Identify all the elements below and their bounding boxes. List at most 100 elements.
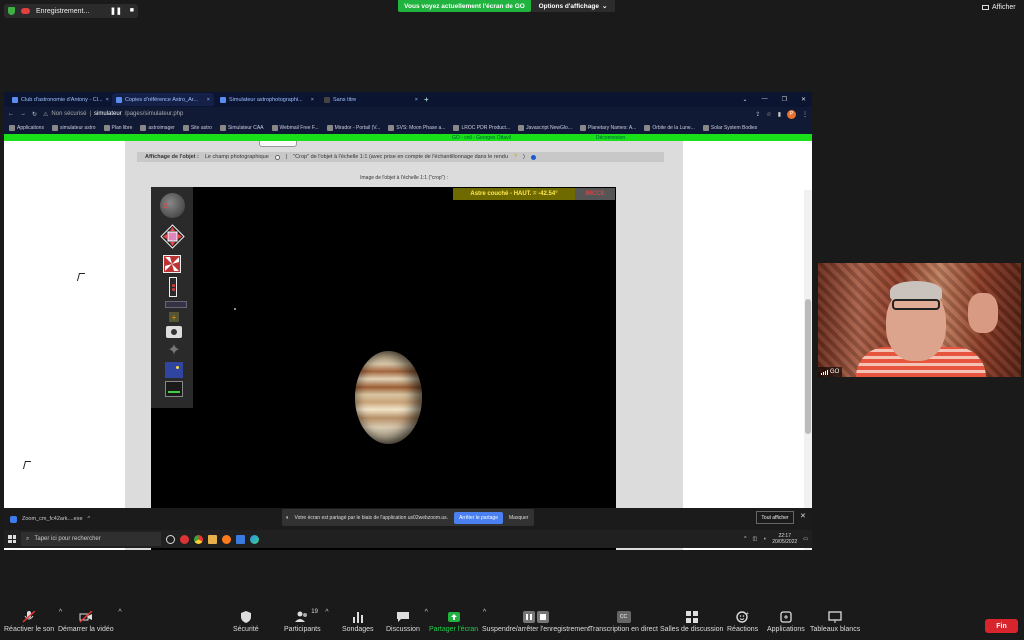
option-crop-radio[interactable] bbox=[530, 154, 536, 160]
afficher-button[interactable]: Afficher bbox=[982, 4, 1016, 11]
bookmark-item[interactable]: Orbite de la Lune... bbox=[644, 124, 695, 131]
apps-button[interactable]: Applications bbox=[767, 611, 805, 633]
histogram-icon[interactable] bbox=[165, 381, 183, 397]
close-downloads-icon[interactable]: ✕ bbox=[800, 512, 806, 520]
bookmark-label: Simulateur CAA bbox=[227, 124, 264, 131]
bookmark-favicon-icon bbox=[271, 124, 278, 131]
chevron-up-icon[interactable]: ^ bbox=[88, 516, 91, 522]
close-icon[interactable]: × bbox=[311, 97, 314, 103]
restore-icon[interactable]: ❐ bbox=[782, 96, 787, 103]
bookmark-favicon-icon bbox=[326, 124, 333, 131]
taskbar-search[interactable]: ⌕ Taper ici pour rechercher bbox=[21, 532, 161, 546]
end-meeting-button[interactable]: Fin bbox=[985, 619, 1018, 633]
browser-tab[interactable]: Copies d'référence Astro_Ar... × bbox=[112, 93, 214, 106]
bookmark-item[interactable]: Plan libre bbox=[103, 124, 132, 131]
download-filename[interactable]: Zoom_cm_fc42ark....exe bbox=[22, 516, 83, 522]
polls-button[interactable]: Sondages bbox=[342, 611, 374, 633]
browser-tab[interactable]: Sans titre × bbox=[320, 93, 422, 106]
logout-link[interactable]: Déconnexion bbox=[596, 135, 625, 141]
bookmark-item[interactable]: Webmail Free F... bbox=[271, 124, 319, 131]
star-icon[interactable]: ☆ bbox=[766, 111, 771, 118]
panel-tab[interactable] bbox=[259, 141, 297, 147]
security-button[interactable]: Sécurité bbox=[233, 611, 259, 633]
edge-icon[interactable] bbox=[250, 534, 259, 544]
breakout-rooms-button[interactable]: Salles de discussion bbox=[660, 611, 723, 633]
participants-button[interactable]: 19 Participants bbox=[284, 609, 328, 633]
start-video-button[interactable]: Démarrer la vidéo bbox=[58, 609, 121, 633]
stop-share-button[interactable]: Arrêter le partage bbox=[454, 511, 503, 524]
bookmark-item[interactable]: Planetary Names: A... bbox=[579, 124, 636, 131]
show-all-downloads-button[interactable]: Tout afficher bbox=[756, 511, 794, 524]
bookmark-item[interactable]: Solar System Bodies bbox=[702, 124, 757, 131]
url-field[interactable]: ⚠ Non sécurisé | simulateur/pages/simula… bbox=[43, 111, 749, 118]
task-view-icon[interactable] bbox=[166, 534, 175, 544]
share-screen-icon bbox=[447, 612, 460, 622]
whiteboards-button[interactable]: Tableaux blancs bbox=[810, 611, 860, 633]
direction-pad-icon[interactable] bbox=[160, 224, 185, 249]
pause-recording-button[interactable]: ❚❚ bbox=[110, 7, 122, 15]
bookmark-item[interactable]: LROC PDR Product... bbox=[453, 124, 510, 131]
unmute-button[interactable]: Réactiver le son bbox=[4, 609, 62, 633]
scrollbar-thumb[interactable] bbox=[805, 299, 811, 434]
camera-icon[interactable] bbox=[166, 326, 182, 338]
chrome-icon[interactable] bbox=[194, 534, 203, 544]
minimize-icon[interactable]: — bbox=[762, 96, 768, 103]
browser-tab[interactable]: Club d'astronomie d'Antony - Cl... × bbox=[8, 93, 110, 106]
crop-tool-icon[interactable] bbox=[163, 255, 181, 273]
notification-icon[interactable]: ▭ bbox=[803, 536, 808, 542]
participant-video[interactable]: GO bbox=[818, 263, 1021, 377]
view-options-button[interactable]: Options d'affichage ⌄ bbox=[531, 0, 615, 12]
pause-record-icon bbox=[522, 611, 549, 623]
pause-recording-toolbar-button[interactable]: Suspendre/arrêter l'enregistrement bbox=[482, 611, 590, 633]
close-icon[interactable]: × bbox=[207, 97, 210, 103]
menu-icon[interactable]: ⋮ bbox=[802, 111, 808, 118]
hide-button[interactable]: Masquer bbox=[509, 515, 528, 521]
back-icon[interactable]: ← bbox=[8, 111, 14, 117]
bookmark-item[interactable]: simulateur astro bbox=[51, 124, 96, 131]
browser-tab[interactable]: Simulateur astrophotographi... × bbox=[216, 93, 318, 106]
sparkle-icon[interactable]: ✦ bbox=[165, 341, 183, 359]
tab-search-icon[interactable]: ⌄ bbox=[743, 96, 748, 103]
close-icon[interactable]: × bbox=[415, 97, 418, 103]
bookmark-item[interactable]: Simulateur CAA bbox=[219, 124, 264, 131]
reload-icon[interactable]: ↻ bbox=[32, 111, 37, 118]
notepad-icon[interactable] bbox=[236, 534, 245, 544]
imcce-link[interactable]: IMCCE bbox=[575, 188, 615, 200]
close-icon[interactable]: × bbox=[106, 97, 109, 103]
close-window-icon[interactable]: ✕ bbox=[801, 96, 806, 103]
bookmark-item[interactable]: Javascript NewGlo... bbox=[518, 124, 572, 131]
sky-chart-icon[interactable] bbox=[165, 362, 183, 378]
new-tab-button[interactable]: + bbox=[424, 95, 434, 104]
firefox-icon[interactable] bbox=[222, 534, 231, 544]
breakout-label: Salles de discussion bbox=[660, 626, 724, 633]
reactions-button[interactable]: + Réactions bbox=[727, 611, 758, 633]
moon-tool-icon[interactable] bbox=[160, 193, 185, 218]
filter-tool-icon[interactable] bbox=[165, 301, 187, 308]
windows-start-icon[interactable] bbox=[8, 535, 16, 543]
share-icon[interactable]: ⇪ bbox=[755, 111, 760, 118]
file-explorer-icon[interactable] bbox=[208, 534, 217, 544]
sidebar-icon[interactable]: ▮ bbox=[778, 111, 781, 118]
bookmark-item[interactable]: SVS: Moon Phase a... bbox=[388, 124, 445, 131]
plus-tool-icon[interactable]: + bbox=[169, 312, 179, 322]
opera-icon[interactable] bbox=[180, 534, 189, 544]
bookmark-item[interactable]: astroimager bbox=[140, 124, 175, 131]
bookmark-item[interactable]: Applications bbox=[9, 124, 44, 131]
volume-icon[interactable]: ◖ bbox=[763, 536, 766, 542]
bookmark-item[interactable]: Site astro bbox=[182, 124, 212, 131]
share-screen-button[interactable]: Partager l'écran bbox=[429, 609, 486, 633]
taskbar-clock[interactable]: 22:17 20/05/2022 bbox=[772, 533, 797, 545]
option-field-radio[interactable] bbox=[274, 154, 280, 160]
whiteboard-icon bbox=[828, 611, 842, 623]
bookmark-item[interactable]: Mirador - Portail (V... bbox=[326, 124, 380, 131]
tray-chevron-icon[interactable]: ^ bbox=[744, 536, 746, 542]
live-transcript-button[interactable]: CC Transcription en direct bbox=[589, 611, 658, 633]
profile-avatar[interactable]: P bbox=[787, 109, 796, 119]
forward-icon[interactable]: → bbox=[20, 111, 26, 117]
separator: | bbox=[285, 154, 288, 160]
telescope-tool-icon[interactable] bbox=[169, 277, 177, 297]
chat-button[interactable]: Discussion bbox=[386, 609, 428, 633]
stop-recording-button[interactable]: ■ bbox=[130, 7, 134, 15]
help-icon[interactable]: ? bbox=[514, 154, 517, 160]
network-icon[interactable]: ◫ bbox=[752, 536, 757, 542]
